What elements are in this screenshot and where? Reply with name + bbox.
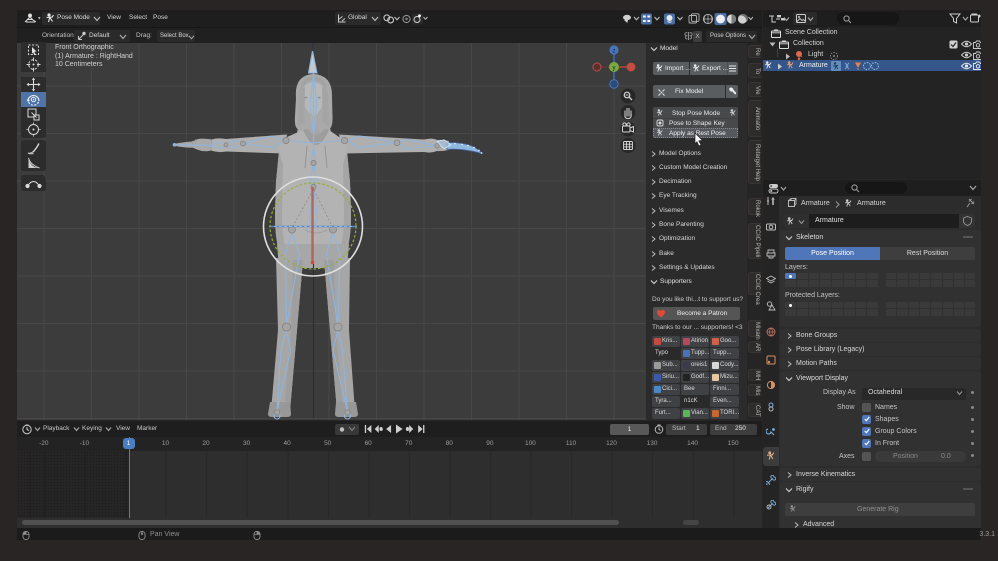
svg-text:y: y xyxy=(613,66,616,72)
svg-text:z: z xyxy=(613,49,616,55)
